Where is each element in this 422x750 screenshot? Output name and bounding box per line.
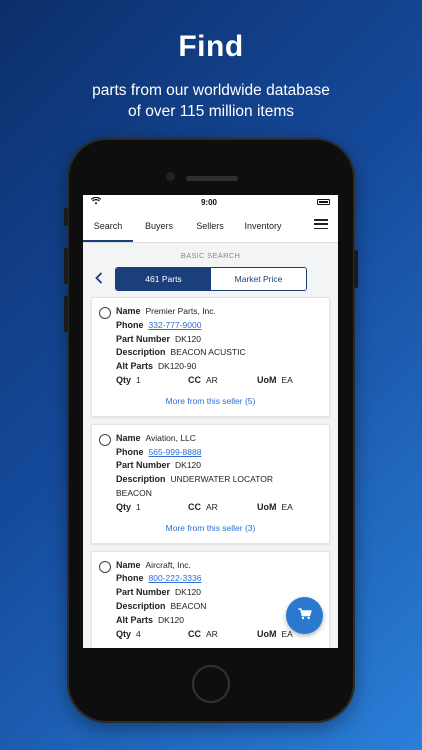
field-label: Qty [116, 501, 132, 512]
qty: 4 [136, 628, 141, 639]
seller-name: Premier Parts, Inc. [145, 306, 216, 316]
radio-icon[interactable] [99, 307, 111, 319]
more-from-seller-link[interactable]: More from this seller (5) [100, 396, 321, 406]
phone-volume-up [64, 248, 68, 284]
phone-volume-down [64, 296, 68, 332]
field-label: Phone [116, 319, 144, 330]
results-toggle-row: 461 Parts Market Price [83, 267, 338, 291]
uom: EA [281, 501, 293, 512]
description: BEACON ACUSTIC [170, 347, 246, 358]
results-list: Name Premier Parts, Inc. Phone 332-777-900… [83, 291, 338, 648]
seller-name: Aircraft, Inc. [145, 559, 191, 570]
parts-toggle-button[interactable]: 461 Parts [116, 268, 211, 290]
result-card: Name Aviation, LLC Phone 565-999-8888 Part… [91, 423, 330, 544]
phone-power-button [354, 250, 358, 288]
part-number: DK120 [175, 460, 202, 471]
tab-sellers[interactable]: Sellers [185, 209, 235, 242]
phone-silent-switch [64, 208, 68, 226]
tab-search[interactable]: Search [83, 209, 133, 242]
status-time: 9:00 [200, 197, 217, 207]
field-label: Phone [116, 446, 144, 457]
field-label: Part Number [116, 460, 171, 471]
alt-parts: DK120 [158, 614, 185, 625]
field-label: Description [116, 600, 166, 611]
description: UNDERWATER LOCATOR [170, 474, 273, 485]
field-label: Name [116, 306, 141, 316]
cart-icon [298, 607, 312, 625]
field-label: Qty [116, 374, 132, 385]
basic-search-label: BASIC SEARCH [180, 251, 241, 260]
field-label: Alt Parts [116, 361, 154, 372]
hamburger-menu-icon[interactable] [314, 219, 328, 229]
promo-subline-1: parts from our worldwide database [92, 82, 330, 99]
speaker-grille [186, 176, 238, 181]
more-from-seller-link[interactable]: More from this seller (3) [100, 523, 321, 533]
field-label: Phone [116, 573, 144, 584]
field-label: CC [188, 374, 201, 385]
home-button[interactable] [192, 665, 230, 703]
field-label: Qty [116, 628, 132, 639]
camera-icon [166, 172, 175, 181]
promo-subline-2: of over 115 million items [128, 103, 294, 120]
screen: 9:00 Search Buyers Sellers Inventory BAS… [83, 195, 338, 648]
promo-headline: Find [178, 30, 244, 63]
status-bar: 9:00 [83, 195, 338, 209]
uom: EA [281, 374, 293, 385]
tab-buyers[interactable]: Buyers [133, 209, 185, 242]
market-price-toggle-button[interactable]: Market Price [211, 268, 306, 290]
nav-bar: Search Buyers Sellers Inventory [83, 209, 338, 243]
qty: 1 [136, 374, 141, 385]
qty: 1 [136, 501, 141, 512]
radio-icon[interactable] [99, 433, 111, 446]
uom: EA [281, 628, 293, 639]
field-label: Description [116, 347, 166, 358]
results-segmented-control: 461 Parts Market Price [115, 267, 307, 291]
phone-link[interactable]: 800-222-3336 [149, 573, 202, 583]
field-label: Name [116, 559, 141, 570]
tab-inventory[interactable]: Inventory [235, 209, 291, 242]
field-label: Part Number [116, 587, 171, 598]
field-label: UoM [257, 374, 277, 385]
back-chevron-icon[interactable] [95, 271, 115, 287]
promo-subline: parts from our worldwide database of ove… [0, 80, 422, 122]
field-label: Alt Parts [116, 614, 154, 625]
field-label: CC [188, 501, 201, 512]
cart-fab-button[interactable] [286, 597, 323, 634]
part-number: DK120 [175, 587, 202, 598]
radio-icon[interactable] [99, 560, 111, 573]
field-label: CC [188, 628, 201, 639]
cc: AR [206, 374, 218, 385]
field-label: UoM [257, 628, 277, 639]
phone-link[interactable]: 565-999-8888 [149, 447, 202, 457]
battery-icon [316, 199, 330, 205]
field-label: Name [116, 432, 141, 443]
phone-link[interactable]: 332-777-9000 [149, 320, 202, 330]
description-continued: BEACON [116, 487, 152, 498]
cc: AR [206, 501, 218, 512]
part-number: DK120 [175, 333, 202, 344]
field-label: Part Number [116, 333, 171, 344]
seller-name: Aviation, LLC [145, 432, 196, 443]
result-card: Name Premier Parts, Inc. Phone 332-777-900… [91, 297, 330, 417]
field-label: Description [116, 474, 166, 485]
wifi-icon [90, 196, 102, 207]
field-label: UoM [257, 501, 277, 512]
description: BEACON [170, 600, 207, 611]
alt-parts: DK120-90 [158, 361, 197, 372]
cc: AR [206, 628, 218, 639]
